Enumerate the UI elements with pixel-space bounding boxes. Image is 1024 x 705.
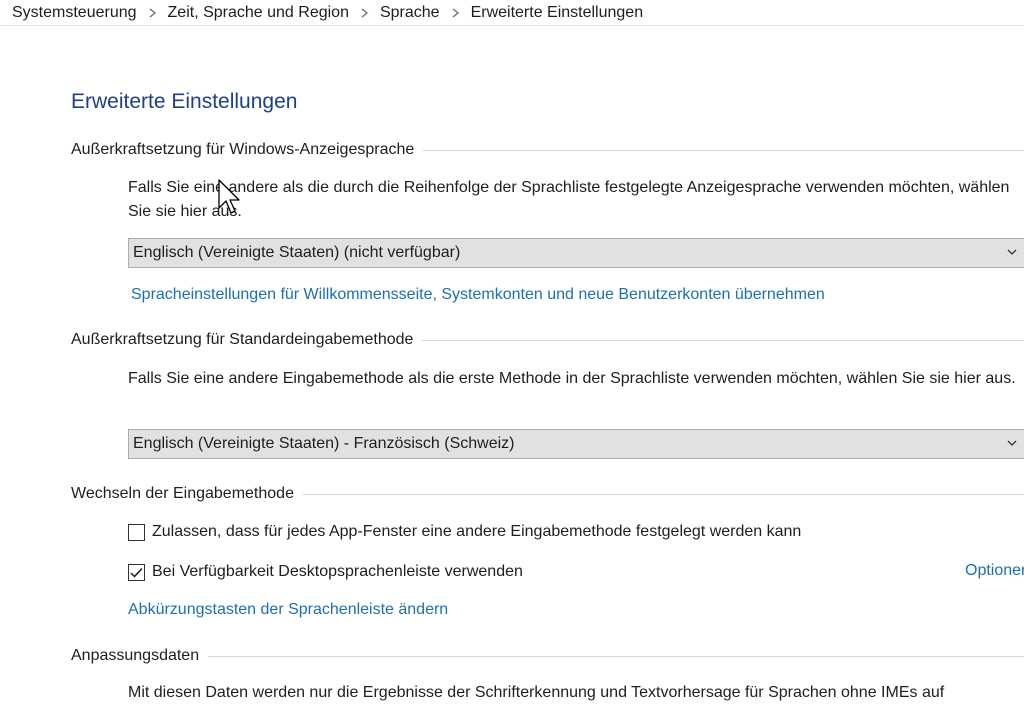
chevron-right-icon bbox=[451, 7, 460, 18]
language-bar-hotkeys-link[interactable]: Abkürzungstasten der Sprachenleiste ände… bbox=[128, 601, 448, 619]
input-method-description: Falls Sie eine andere Eingabemethode als… bbox=[128, 370, 1016, 387]
group-divider bbox=[302, 493, 1024, 495]
display-language-group-header: Außerkraftsetzung für Windows-Anzeigespr… bbox=[71, 140, 1024, 160]
mouse-pointer-icon bbox=[218, 179, 240, 214]
switching-header-label: Wechseln der Eingabemethode bbox=[71, 485, 294, 502]
chevron-down-icon bbox=[1007, 249, 1017, 255]
display-language-description: Falls Sie eine andere als die durch die … bbox=[128, 179, 1010, 220]
input-method-group-header: Außerkraftsetzung für Standardeingabemet… bbox=[71, 330, 1024, 350]
display-language-header-label: Außerkraftsetzung für Windows-Anzeigespr… bbox=[71, 141, 415, 158]
display-language-dropdown[interactable]: Englisch (Vereinigte Staaten) (nicht ver… bbox=[128, 238, 1024, 268]
input-method-selected-value: Englisch (Vereinigte Staaten) - Französi… bbox=[133, 435, 515, 452]
page-title: Erweiterte Einstellungen bbox=[71, 90, 298, 113]
switching-group-header: Wechseln der Eingabemethode bbox=[71, 484, 1024, 504]
breadcrumb: Systemsteuerung Zeit, Sprache und Region… bbox=[0, 0, 1024, 26]
personalization-description: Mit diesen Daten werden nur die Ergebnis… bbox=[128, 684, 945, 701]
chevron-right-icon bbox=[148, 7, 157, 18]
language-bar-options-link[interactable]: Optionen bbox=[965, 562, 1024, 580]
breadcrumb-item-region[interactable]: Zeit, Sprache und Region bbox=[168, 4, 349, 22]
group-divider bbox=[422, 339, 1024, 341]
personalization-header-label: Anpassungsdaten bbox=[71, 647, 200, 664]
input-method-header-label: Außerkraftsetzung für Standardeingabemet… bbox=[71, 331, 414, 348]
per-app-input-method-option[interactable]: Zulassen, dass für jedes App-Fenster ein… bbox=[128, 522, 801, 542]
breadcrumb-item-systemsteuerung[interactable]: Systemsteuerung bbox=[12, 4, 137, 22]
chevron-down-icon bbox=[1007, 440, 1017, 446]
apply-language-settings-link[interactable]: Spracheinstellungen für Willkommensseite… bbox=[131, 286, 825, 304]
personalization-group-header: Anpassungsdaten bbox=[71, 646, 1024, 666]
language-bar-label[interactable]: Bei Verfügbarkeit Desktopsprachenleiste … bbox=[152, 563, 523, 581]
language-bar-option[interactable]: Bei Verfügbarkeit Desktopsprachenleiste … bbox=[128, 562, 523, 582]
breadcrumb-item-current[interactable]: Erweiterte Einstellungen bbox=[471, 4, 644, 22]
display-language-selected-value: Englisch (Vereinigte Staaten) (nicht ver… bbox=[133, 244, 461, 261]
chevron-right-icon bbox=[360, 7, 369, 18]
breadcrumb-item-sprache[interactable]: Sprache bbox=[380, 4, 440, 22]
group-divider bbox=[423, 149, 1024, 151]
group-divider bbox=[208, 655, 1024, 657]
language-bar-checkbox[interactable] bbox=[128, 563, 145, 581]
per-app-input-method-checkbox[interactable] bbox=[128, 523, 145, 541]
per-app-input-method-label[interactable]: Zulassen, dass für jedes App-Fenster ein… bbox=[152, 523, 801, 541]
checkmark-icon bbox=[130, 567, 143, 578]
input-method-dropdown[interactable]: Englisch (Vereinigte Staaten) - Französi… bbox=[128, 429, 1024, 459]
